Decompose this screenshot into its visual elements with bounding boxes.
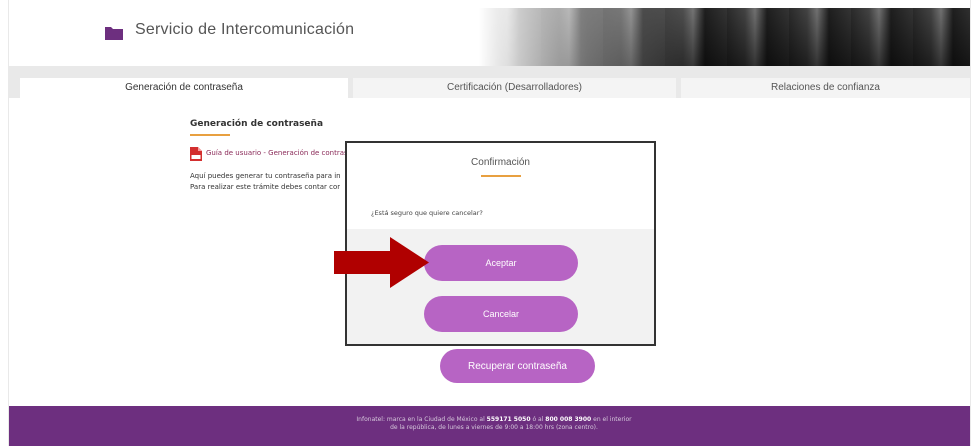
header-banner-image: [479, 8, 970, 66]
recover-password-button[interactable]: Recuperar contraseña: [440, 349, 595, 383]
page-frame: Servicio de Intercomunicación Generación…: [9, 0, 970, 446]
section-title-underline: [190, 134, 230, 136]
header: Servicio de Intercomunicación: [9, 0, 970, 66]
footer-text-middle: ó al: [532, 416, 544, 423]
tab-certificacion[interactable]: Certificación (Desarrolladores): [353, 78, 676, 98]
app-title: Servicio de Intercomunicación: [135, 21, 355, 38]
modal-title: Confirmación: [471, 157, 530, 168]
modal-title-underline: [481, 175, 521, 177]
tab-relaciones-confianza[interactable]: Relaciones de confianza: [681, 78, 970, 98]
content-text-line-2: Para realizar este trámite debes contar …: [190, 183, 340, 191]
modal-header: Confirmación ¿Está seguro que quiere can…: [347, 143, 654, 229]
section-title: Generación de contraseña: [190, 119, 324, 129]
pdf-icon: [190, 147, 202, 161]
folder-icon: [105, 27, 123, 40]
user-guide-link[interactable]: Guía de usuario - Generación de contrase…: [206, 149, 361, 157]
red-arrow-icon: [334, 237, 429, 288]
footer-text-prefix: Infonatel: marca en la Ciudad de México …: [356, 416, 485, 423]
tab-generacion-contrasena[interactable]: Generación de contraseña: [20, 78, 348, 98]
footer: Infonatel: marca en la Ciudad de México …: [9, 406, 970, 446]
tab-bar: Generación de contraseña Certificación (…: [9, 66, 970, 98]
footer-text: Infonatel: marca en la Ciudad de México …: [354, 416, 634, 432]
footer-phone-cdmx[interactable]: 559171 5050: [487, 416, 531, 423]
content-text-line-1: Aquí puedes generar tu contraseña para i…: [190, 172, 340, 180]
footer-phone-national[interactable]: 800 008 3900: [545, 416, 591, 423]
accept-button[interactable]: Aceptar: [424, 245, 578, 281]
modal-question: ¿Está seguro que quiere cancelar?: [371, 209, 483, 217]
cancel-button[interactable]: Cancelar: [424, 296, 578, 332]
